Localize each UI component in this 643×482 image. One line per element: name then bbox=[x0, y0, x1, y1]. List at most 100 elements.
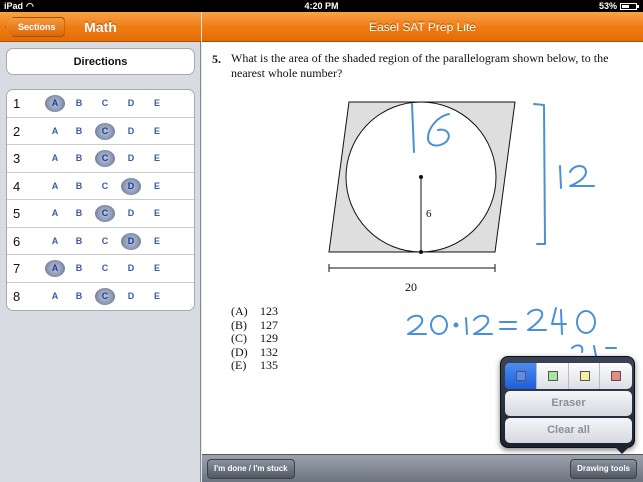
right-nav-bar: Easel SAT Prep Lite bbox=[202, 12, 643, 42]
choice-bubble-d[interactable]: D bbox=[121, 90, 141, 117]
choice-bubble-d[interactable]: D bbox=[121, 145, 141, 172]
drawing-tools-button[interactable]: Drawing tools bbox=[570, 459, 637, 479]
choice-bubble-e[interactable]: E bbox=[147, 145, 167, 172]
choice-bubble-a[interactable]: A bbox=[45, 173, 65, 200]
drawing-tools-popover: Eraser Clear all bbox=[500, 356, 635, 454]
choice-bubble-e[interactable]: E bbox=[147, 228, 167, 255]
choice-bubble-b[interactable]: B bbox=[69, 255, 89, 282]
done-stuck-button[interactable]: I'm done / I'm stuck bbox=[207, 459, 295, 479]
option-letter: (A) bbox=[231, 304, 248, 318]
choice-bubble-c[interactable]: C bbox=[95, 228, 115, 255]
color-swatch-yellow[interactable] bbox=[569, 363, 601, 389]
parallelogram-figure: 6 20 bbox=[328, 101, 516, 294]
option-value: 127 bbox=[260, 317, 278, 332]
color-swatch-blue[interactable] bbox=[505, 363, 537, 389]
option-letter: (B) bbox=[231, 317, 247, 332]
choice-bubble-a[interactable]: A bbox=[45, 145, 65, 172]
handwriting-12 bbox=[559, 165, 595, 189]
choice-bubble-d[interactable]: D bbox=[121, 255, 141, 282]
choice-bubble-b[interactable]: B bbox=[69, 90, 89, 117]
app-title: Easel SAT Prep Lite bbox=[369, 20, 476, 34]
choice-bubble-e[interactable]: E bbox=[147, 90, 167, 117]
choice-bubble-e[interactable]: E bbox=[147, 255, 167, 282]
answer-sheet: 1ABCDE2ABCDE3ABCDE4ABCDE5ABCDE6ABCDE7ABC… bbox=[6, 89, 195, 311]
choice-bubble-d[interactable]: D bbox=[121, 118, 141, 145]
choice-bubble-b[interactable]: B bbox=[69, 118, 89, 145]
choice-bubble-a[interactable]: A bbox=[45, 228, 65, 255]
choice-bubble-e[interactable]: E bbox=[147, 283, 167, 310]
choice-bubble-c[interactable]: C bbox=[95, 200, 115, 227]
status-bar: iPad ◠ 4:20 PM 53% bbox=[0, 0, 643, 12]
question-num-label: 5 bbox=[13, 206, 21, 221]
clock: 4:20 PM bbox=[304, 1, 339, 11]
choice-bubble-a[interactable]: A bbox=[45, 118, 65, 145]
choice-bubble-d[interactable]: D bbox=[121, 283, 141, 310]
choice-bubble-e[interactable]: E bbox=[147, 200, 167, 227]
directions-button[interactable]: Directions bbox=[6, 48, 195, 75]
base-label: 20 bbox=[405, 280, 417, 294]
answer-row: 4 ABCDE bbox=[7, 173, 194, 200]
answer-row: 6 ABCDE bbox=[7, 228, 194, 255]
option-value: 129 bbox=[260, 331, 278, 345]
choice-bubble-b[interactable]: B bbox=[69, 173, 89, 200]
color-chip bbox=[516, 371, 526, 381]
choice-bubble-d[interactable]: D bbox=[121, 228, 141, 255]
choice-bubble-b[interactable]: B bbox=[69, 200, 89, 227]
tangent-point bbox=[419, 250, 423, 254]
option-letter: (E) bbox=[231, 358, 247, 372]
choice-bubble-d[interactable]: D bbox=[121, 200, 141, 227]
option-value: 135 bbox=[260, 358, 278, 372]
choice-bubble-c[interactable]: C bbox=[95, 255, 115, 282]
eraser-button[interactable]: Eraser bbox=[505, 391, 632, 416]
question-num-label: 2 bbox=[13, 123, 21, 139]
question-num-label: 7 bbox=[13, 261, 21, 276]
choice-bubble-a[interactable]: A bbox=[45, 90, 65, 117]
choice-bubble-c[interactable]: C bbox=[95, 145, 115, 172]
choice-bubble-c[interactable]: C bbox=[95, 90, 115, 117]
question-num-label: 8 bbox=[13, 288, 21, 304]
color-picker bbox=[505, 363, 632, 389]
color-swatch-red[interactable] bbox=[600, 363, 632, 389]
choice-bubble-c[interactable]: C bbox=[95, 283, 115, 310]
question-num-label: 3 bbox=[13, 151, 21, 166]
answer-row: 1 ABCDE bbox=[7, 90, 194, 118]
question-num-label: 6 bbox=[13, 233, 21, 249]
choice-bubble-c[interactable]: C bbox=[95, 118, 115, 145]
battery-percent: 53% bbox=[598, 1, 617, 11]
handwriting-equation bbox=[407, 307, 596, 335]
handwriting-partial bbox=[571, 344, 617, 357]
choice-bubble-e[interactable]: E bbox=[147, 118, 167, 145]
question-num-label: 4 bbox=[13, 178, 21, 194]
choice-bubble-b[interactable]: B bbox=[69, 145, 89, 172]
bottom-toolbar: I'm done / I'm stuck Drawing tools bbox=[202, 454, 643, 482]
choice-bubble-a[interactable]: A bbox=[45, 283, 65, 310]
choice-bubble-e[interactable]: E bbox=[147, 173, 167, 200]
answer-row: 2 ABCDE bbox=[7, 118, 194, 145]
option-value: 123 bbox=[260, 304, 278, 318]
choice-bubble-a[interactable]: A bbox=[45, 255, 65, 282]
choice-bubble-d[interactable]: D bbox=[121, 173, 141, 200]
choice-bubble-a[interactable]: A bbox=[45, 200, 65, 227]
answer-row: 3 ABCDE bbox=[7, 145, 194, 173]
color-chip bbox=[547, 371, 558, 381]
radius-label: 6 bbox=[426, 208, 432, 220]
color-swatch-green[interactable] bbox=[537, 363, 569, 389]
choice-bubble-b[interactable]: B bbox=[69, 228, 89, 255]
question-text: What is the area of the shaded region of… bbox=[231, 51, 609, 80]
color-chip bbox=[611, 371, 622, 381]
handwriting-bracket bbox=[533, 103, 546, 245]
center-point bbox=[419, 175, 423, 179]
app-window: iPad ◠ 4:20 PM 53% Sections Math Directi… bbox=[0, 0, 643, 482]
question-number: 5. bbox=[212, 52, 221, 66]
option-letter: (C) bbox=[231, 331, 247, 345]
choice-bubble-c[interactable]: C bbox=[95, 173, 115, 200]
choice-bubble-b[interactable]: B bbox=[69, 283, 89, 310]
option-value: 132 bbox=[260, 344, 278, 359]
answer-row: 7 ABCDE bbox=[7, 255, 194, 283]
option-letter: (D) bbox=[231, 344, 248, 359]
clear-all-button[interactable]: Clear all bbox=[505, 418, 632, 443]
left-nav-bar: Sections Math bbox=[0, 12, 201, 42]
answer-row: 8 ABCDE bbox=[7, 283, 194, 311]
question-num-label: 1 bbox=[13, 96, 21, 111]
color-chip bbox=[579, 371, 590, 381]
